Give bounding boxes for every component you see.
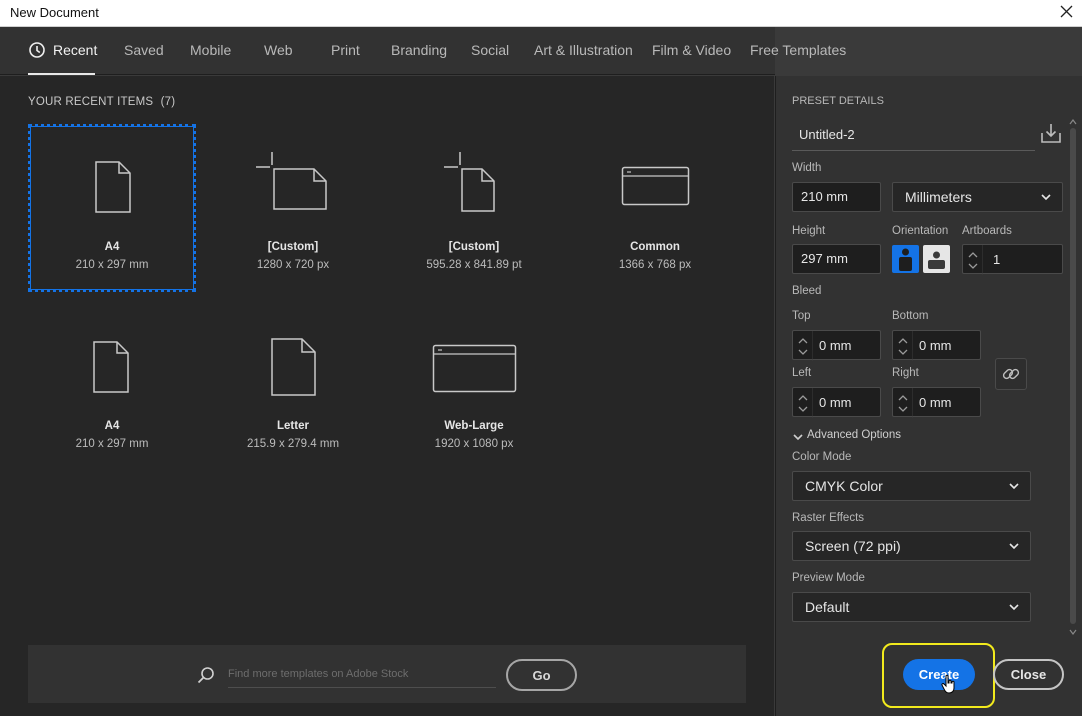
stock-search-bar: Go xyxy=(28,645,746,703)
units-select[interactable]: Millimeters xyxy=(892,182,1063,212)
height-label: Height xyxy=(792,225,826,237)
link-bleed-button[interactable] xyxy=(995,358,1027,390)
browser-window-icon xyxy=(432,344,517,393)
recent-item[interactable]: [Custom] 595.28 x 841.89 pt xyxy=(390,124,558,292)
tab-print[interactable]: Print xyxy=(331,42,360,58)
title-bar: New Document xyxy=(0,0,1082,27)
preset-details-panel: PRESET DETAILS Untitled-2 Width 210 mm M… xyxy=(775,76,1082,716)
recent-item[interactable]: A4 210 x 297 mm xyxy=(28,308,196,476)
bleed-bottom-field[interactable]: 0 mm xyxy=(892,330,981,361)
stepper-icon[interactable] xyxy=(793,331,813,361)
bleed-left-label: Left xyxy=(792,367,812,379)
stepper-icon[interactable] xyxy=(793,388,813,418)
item-name: Common xyxy=(630,241,680,253)
item-name: Letter xyxy=(277,420,309,432)
recent-heading: YOUR RECENT ITEMS (7) xyxy=(28,96,176,108)
item-dims: 210 x 297 mm xyxy=(75,259,149,271)
chevron-down-icon xyxy=(1009,604,1019,611)
page-icon xyxy=(93,341,129,393)
tab-social[interactable]: Social xyxy=(471,42,509,58)
width-field[interactable]: 210 mm xyxy=(792,182,881,212)
page-icon xyxy=(95,161,131,213)
active-tab-indicator xyxy=(28,73,95,75)
bleed-top-field[interactable]: 0 mm xyxy=(792,330,881,361)
item-name: A4 xyxy=(104,420,120,432)
raster-effects-label: Raster Effects xyxy=(792,512,865,524)
tab-mobile[interactable]: Mobile xyxy=(190,42,231,58)
preview-mode-select[interactable]: Default xyxy=(792,592,1031,622)
clock-icon xyxy=(29,42,45,58)
hand-cursor-icon xyxy=(941,674,955,694)
item-dims: 1280 x 720 px xyxy=(256,259,330,271)
landscape-person-icon xyxy=(928,251,945,269)
artboards-field[interactable]: 1 xyxy=(962,244,1063,275)
item-name: A4 xyxy=(104,241,120,253)
height-field[interactable]: 297 mm xyxy=(792,244,881,274)
item-dims: 595.28 x 841.89 pt xyxy=(426,259,522,271)
document-name-field[interactable]: Untitled-2 xyxy=(792,120,1035,151)
recent-item[interactable]: [Custom] 1280 x 720 px xyxy=(209,124,377,292)
chevron-down-icon xyxy=(793,434,803,441)
item-name: [Custom] xyxy=(267,241,319,253)
window-close-icon[interactable] xyxy=(1056,2,1076,22)
landscape-custom-icon xyxy=(256,152,327,210)
stock-search-input[interactable] xyxy=(228,661,496,688)
recent-item[interactable]: Common 1366 x 768 px xyxy=(571,124,739,292)
portrait-person-icon xyxy=(899,248,912,271)
tab-film-video[interactable]: Film & Video xyxy=(652,42,731,58)
preview-mode-label: Preview Mode xyxy=(792,572,865,584)
link-icon xyxy=(1002,368,1020,380)
item-dims: 215.9 x 279.4 mm xyxy=(246,438,340,450)
recent-item[interactable]: Letter 215.9 x 279.4 mm xyxy=(209,308,377,476)
window-title: New Document xyxy=(10,5,99,20)
close-button[interactable]: Close xyxy=(993,659,1064,690)
width-label: Width xyxy=(792,162,822,174)
chevron-down-icon xyxy=(1041,194,1051,201)
orientation-label: Orientation xyxy=(892,225,949,237)
go-button[interactable]: Go xyxy=(506,659,577,691)
tab-art-illustration[interactable]: Art & Illustration xyxy=(534,42,633,58)
tab-web[interactable]: Web xyxy=(264,42,293,58)
item-dims: 1920 x 1080 px xyxy=(434,438,514,450)
bleed-left-field[interactable]: 0 mm xyxy=(792,387,881,418)
chevron-down-icon xyxy=(1009,543,1019,550)
panel-scrollbar[interactable] xyxy=(1068,116,1078,638)
recent-count: (7) xyxy=(160,96,176,108)
recent-panel: YOUR RECENT ITEMS (7) A4 210 x 297 mm [C… xyxy=(0,76,774,716)
item-dims: 1366 x 768 px xyxy=(618,259,692,271)
tab-branding[interactable]: Branding xyxy=(391,42,447,58)
color-mode-label: Color Mode xyxy=(792,451,852,463)
recent-item[interactable]: Web-Large 1920 x 1080 px xyxy=(390,308,558,476)
category-tabs: Recent Saved Mobile Web Print Branding S… xyxy=(0,27,846,75)
item-name: Web-Large xyxy=(444,420,504,432)
item-dims: 210 x 297 mm xyxy=(75,438,149,450)
bleed-top-label: Top xyxy=(792,310,811,322)
stepper-icon[interactable] xyxy=(963,245,983,275)
artboards-label: Artboards xyxy=(962,225,1012,237)
preset-heading: PRESET DETAILS xyxy=(792,95,884,107)
bleed-right-field[interactable]: 0 mm xyxy=(892,387,981,418)
stepper-icon[interactable] xyxy=(893,388,913,418)
item-name: [Custom] xyxy=(448,241,500,253)
portrait-orientation-button[interactable] xyxy=(892,245,919,273)
bleed-label: Bleed xyxy=(792,285,822,297)
search-icon[interactable] xyxy=(197,666,215,684)
chevron-down-icon xyxy=(1009,483,1019,490)
recent-item[interactable]: A4 210 x 297 mm xyxy=(28,124,196,292)
bleed-bottom-label: Bottom xyxy=(892,310,929,322)
save-preset-icon[interactable] xyxy=(1040,122,1062,144)
portrait-custom-icon xyxy=(444,152,495,212)
color-mode-select[interactable]: CMYK Color xyxy=(792,471,1031,501)
raster-effects-select[interactable]: Screen (72 ppi) xyxy=(792,531,1031,561)
landscape-orientation-button[interactable] xyxy=(923,245,950,273)
bleed-right-label: Right xyxy=(892,367,919,379)
tab-saved[interactable]: Saved xyxy=(124,42,164,58)
create-button[interactable]: Create xyxy=(903,659,975,690)
tab-recent[interactable]: Recent xyxy=(53,42,97,58)
stepper-icon[interactable] xyxy=(893,331,913,361)
browser-window-icon xyxy=(621,166,690,206)
page-icon xyxy=(271,338,316,396)
tab-free-templates[interactable]: Free Templates xyxy=(750,42,846,58)
